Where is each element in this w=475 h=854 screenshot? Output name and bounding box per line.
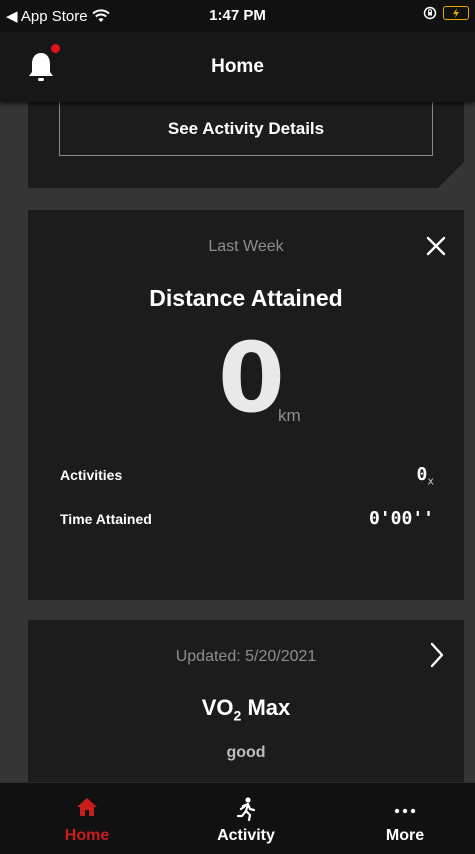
running-icon (236, 797, 256, 821)
tab-home-label: Home (64, 827, 110, 844)
charging-bolt-icon (453, 8, 459, 18)
vo2-title-prefix: VO (201, 695, 234, 720)
time-attained-value: 0'00'' (368, 508, 434, 529)
home-icon (77, 798, 97, 816)
period-label: Last Week (208, 238, 284, 255)
vo2-max-card[interactable]: Updated: 5/20/2021 VO2 Max good (28, 620, 464, 782)
activities-label: Activities (60, 467, 123, 483)
updated-date: Updated: 5/20/2021 (175, 648, 317, 665)
time-attained-label: Time Attained (60, 511, 152, 527)
tab-activity-label: Activity (217, 827, 275, 844)
vo2-rating: good (226, 744, 266, 761)
activities-count: 0 (416, 464, 428, 485)
activity-summary-card: See Activity Details (28, 102, 464, 188)
status-right (423, 6, 469, 20)
home-scroll-content[interactable]: See Activity Details Last Week Distance … (0, 102, 475, 782)
vo2-title: VO2 Max (28, 695, 464, 723)
chevron-right-icon[interactable] (430, 642, 444, 668)
card-title: Distance Attained (149, 285, 343, 311)
navigation-bar: Home (0, 32, 475, 102)
tab-more-label: More (385, 827, 425, 844)
page-title: Home (211, 56, 264, 77)
notification-badge (51, 44, 60, 53)
tab-activity[interactable]: Activity (186, 783, 306, 854)
status-time: 1:47 PM (209, 7, 266, 24)
see-activity-details-button[interactable]: See Activity Details (59, 102, 433, 156)
battery-icon (443, 6, 469, 20)
vo2-title-suffix: Max (241, 695, 291, 720)
tab-home[interactable]: Home (27, 783, 147, 854)
distance-unit: km (278, 406, 301, 425)
activities-value: 0x (417, 464, 434, 488)
activities-suffix: x (427, 474, 434, 488)
tab-bar: Home Activity More (0, 782, 475, 854)
more-icon (394, 808, 416, 814)
close-icon[interactable] (424, 234, 448, 258)
status-bar: ◀ App Store 1:47 PM (0, 0, 475, 32)
orientation-lock-icon (423, 6, 437, 20)
tab-more[interactable]: More (345, 783, 465, 854)
distance-attained-card[interactable]: Last Week Distance Attained 0 km Activit… (28, 210, 464, 600)
distance-value: 0 (218, 322, 285, 434)
